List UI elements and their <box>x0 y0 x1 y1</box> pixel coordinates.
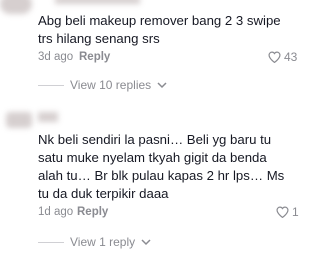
thread-divider <box>38 84 64 86</box>
username-redacted[interactable] <box>55 0 140 4</box>
view-replies-button[interactable]: View 1 reply <box>38 235 151 249</box>
like-count: 43 <box>284 50 298 64</box>
thread-divider <box>38 241 64 243</box>
comment-time: 3d ago <box>38 51 74 63</box>
reply-button[interactable]: Reply <box>79 51 110 63</box>
avatar[interactable] <box>6 112 32 128</box>
view-replies-label: View 1 reply <box>70 235 136 249</box>
comment-text: Nk beli sendiri la pasni… Beli yg baru t… <box>38 132 285 201</box>
view-replies-label: View 10 replies <box>70 78 152 92</box>
heart-icon <box>276 206 289 218</box>
comment-text: Abg beli makeup remover bang 2 3 swipe t… <box>38 13 281 46</box>
view-replies-button[interactable]: View 10 replies <box>38 78 167 92</box>
comment-time: 1d ago <box>38 206 74 218</box>
like-button[interactable]: 43 <box>268 50 297 64</box>
chevron-down-icon <box>157 82 167 89</box>
like-count: 1 <box>292 205 299 219</box>
heart-icon <box>268 51 281 63</box>
chevron-down-icon <box>141 239 151 246</box>
reply-button[interactable]: Reply <box>77 206 108 218</box>
avatar[interactable] <box>0 0 32 14</box>
like-button[interactable]: 1 <box>276 205 299 219</box>
username-redacted[interactable] <box>38 112 58 122</box>
